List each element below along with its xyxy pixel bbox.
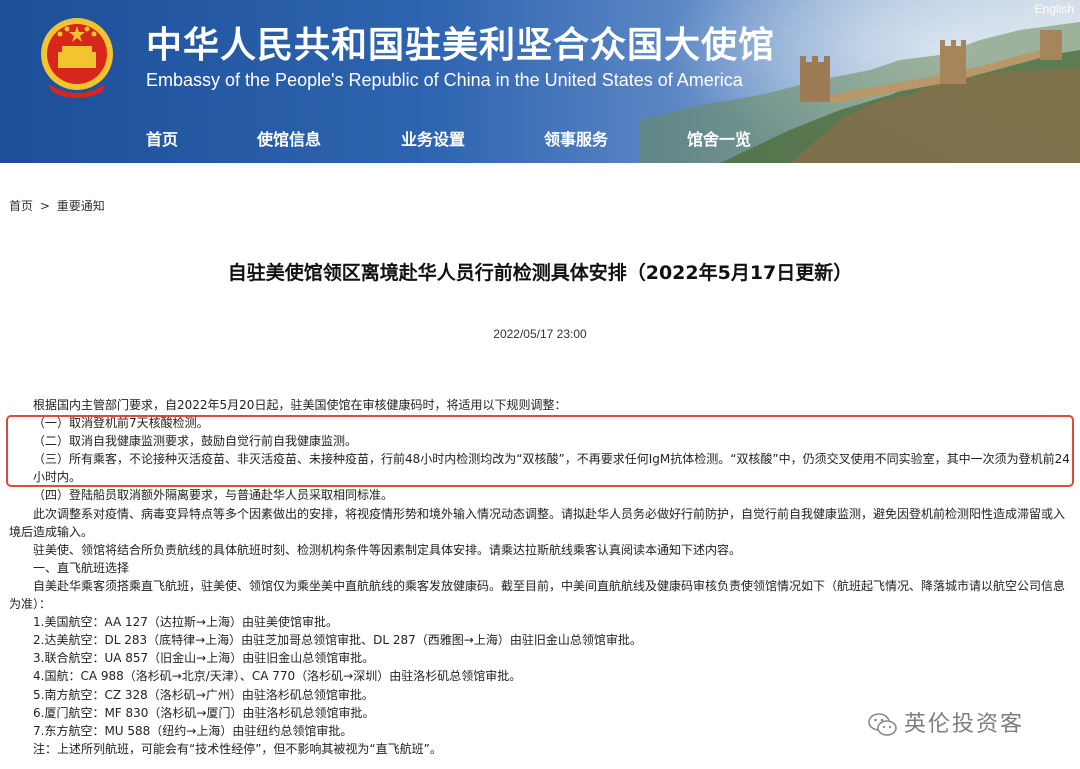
main-nav: 首页 使馆信息 业务设置 领事服务 馆舍一览 — [0, 110, 1080, 163]
breadcrumb-current[interactable]: 重要通知 — [57, 199, 105, 213]
national-emblem-icon — [41, 18, 113, 98]
watermark-text: 英伦投资客 — [904, 712, 1025, 737]
nav-item-services[interactable]: 业务设置 — [401, 126, 465, 150]
nav-item-home[interactable]: 首页 — [146, 126, 178, 150]
breadcrumb-separator: > — [39, 199, 50, 213]
breadcrumb: 首页 > 重要通知 — [9, 197, 108, 214]
article-paragraph: 此次调整系对疫情、病毒变异特点等多个因素做出的安排，将视疫情形势和境外输入情况动… — [9, 506, 1066, 539]
watermark: 英伦投资客 — [868, 706, 1024, 738]
highlight-annotation-box — [6, 415, 1074, 487]
article-note: 注：上述所列航班，可能会有“技术性经停”，但不影响其被视为“直飞航班”。 — [33, 741, 442, 756]
header-banner: 中华人民共和国驻美利坚合众国大使馆 Embassy of the People'… — [0, 0, 1080, 163]
section-heading: 一、直飞航班选择 — [33, 560, 130, 575]
embassy-title-en: Embassy of the People's Republic of Chin… — [146, 70, 743, 90]
article-paragraph: 驻美使、领馆将结合所负责航线的具体航班时刻、检测机构条件等因素制定具体安排。请乘… — [33, 542, 742, 557]
article-paragraph: 自美赴华乘客须搭乘直飞航班，驻美使、领馆仅为乘坐美中直航航线的乘客发放健康码。截… — [9, 578, 1066, 612]
nav-item-consular[interactable]: 领事服务 — [544, 126, 608, 150]
flight-item: 3.联合航空：UA 857（旧金山→上海）由驻旧金山总领馆审批。 — [33, 651, 375, 666]
wechat-icon — [868, 713, 897, 736]
article-paragraph: （四）登陆船员取消额外隔离要求，与普通赴华人员采取相同标准。 — [33, 488, 394, 503]
nav-item-embassy-info[interactable]: 使馆信息 — [257, 126, 321, 150]
embassy-title-cn: 中华人民共和国驻美利坚合众国大使馆 — [146, 25, 776, 66]
article-title: 自驻美使馆领区离境赴华人员行前检测具体安排（2022年5月17日更新） — [227, 262, 853, 284]
article-paragraph: 根据国内主管部门要求，自2022年5月20日起，驻美国使馆在审核健康码时，将适用… — [33, 398, 567, 412]
flight-item: 1.美国航空：AA 127（达拉斯→上海）由驻美使馆审批。 — [33, 615, 338, 630]
flight-item: 4.国航：CA 988（洛杉矶→北京/天津）、CA 770（洛杉矶→深圳）由驻洛… — [33, 669, 522, 684]
flight-item: 5.南方航空：CZ 328（洛杉矶→广州）由驻洛杉矶总领馆审批。 — [33, 687, 374, 702]
breadcrumb-home[interactable]: 首页 — [9, 199, 33, 213]
article-date: 2022/05/17 23:00 — [493, 327, 587, 341]
nav-item-premises[interactable]: 馆舍一览 — [687, 126, 751, 150]
flight-item: 2.达美航空：DL 283（底特律→上海）由驻芝加哥总领馆审批、DL 287（西… — [33, 633, 642, 648]
english-language-link[interactable]: English — [1035, 2, 1074, 16]
